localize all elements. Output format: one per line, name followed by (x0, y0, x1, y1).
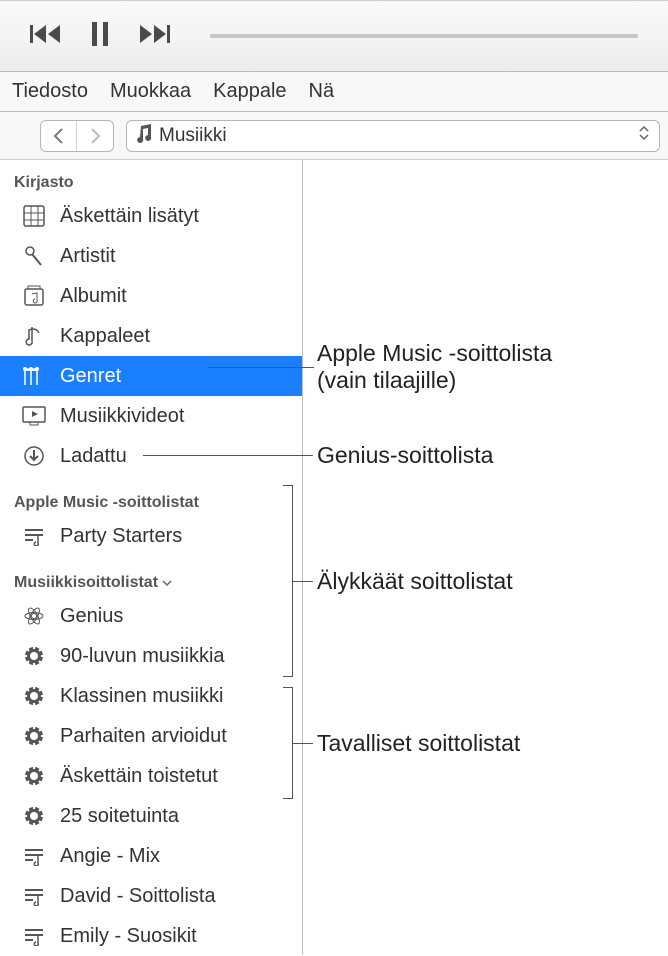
nav-back-forward (40, 120, 114, 152)
nav-forward-button[interactable] (77, 121, 113, 151)
smart-icon (20, 805, 48, 827)
sidebar-item-label: 25 soitetuinta (60, 805, 179, 828)
menu-file[interactable]: Tiedosto (8, 76, 92, 107)
playlist-icon (20, 846, 48, 866)
sidebar-item-label: Klassinen musiikki (60, 685, 223, 708)
callouts: Apple Music -soittolista (vain tilaajill… (303, 0, 668, 955)
download-icon (20, 445, 48, 467)
sidebar-item-label: Ladattu (60, 445, 127, 468)
chevron-down-icon (162, 574, 172, 592)
leader-line (293, 743, 313, 744)
bracket (283, 687, 293, 799)
callout-smart: Älykkäät soittolistat (317, 568, 513, 595)
callout-apple-music: Apple Music -soittolista (vain tilaajill… (317, 340, 552, 394)
smart-icon (20, 685, 48, 707)
sidebar-item-smart-top25[interactable]: 25 soitetuinta (0, 796, 302, 836)
playlist-icon (20, 526, 48, 546)
guitar-icon (20, 365, 48, 387)
sidebar-item-label: Albumit (60, 285, 127, 308)
sidebar-item-smart-recentlyplayed[interactable]: Äskettäin toistetut (0, 756, 302, 796)
sidebar-item-music-videos[interactable]: Musiikkivideot (0, 396, 302, 436)
leader-line (293, 581, 313, 582)
section-music-playlists-title[interactable]: Musiikkisoittolistat (0, 566, 302, 596)
sidebar-item-label: David - Soittolista (60, 885, 216, 908)
section-library-title: Kirjasto (0, 166, 302, 196)
sidebar-item-label: Angie - Mix (60, 845, 160, 868)
sidebar-item-label: Äskettäin lisätyt (60, 205, 199, 228)
sidebar-item-smart-classical[interactable]: Klassinen musiikki (0, 676, 302, 716)
sidebar-item-recently-added[interactable]: Äskettäin lisätyt (0, 196, 302, 236)
grid-icon (20, 205, 48, 227)
play-pause-button[interactable] (90, 20, 110, 53)
section-apple-music-title: Apple Music -soittolistat (0, 486, 302, 516)
note-icon (20, 325, 48, 347)
sidebar-item-albums[interactable]: Albumit (0, 276, 302, 316)
sidebar-item-playlist-david[interactable]: David - Soittolista (0, 876, 302, 916)
sidebar-item-label: Musiikkivideot (60, 405, 184, 428)
smart-icon (20, 645, 48, 667)
leader-line (208, 367, 314, 368)
sidebar-item-downloaded[interactable]: Ladattu (0, 436, 302, 476)
playlist-icon (20, 886, 48, 906)
menu-song[interactable]: Kappale (209, 76, 290, 107)
smart-icon (20, 765, 48, 787)
video-icon (20, 406, 48, 426)
sidebar-item-label: Parhaiten arvioidut (60, 725, 227, 748)
next-track-button[interactable] (140, 23, 170, 50)
sidebar-item-label: Kappaleet (60, 325, 150, 348)
sidebar-item-label: Äskettäin toistetut (60, 765, 218, 788)
album-icon (20, 285, 48, 307)
nav-back-button[interactable] (41, 121, 77, 151)
sidebar-item-songs[interactable]: Kappaleet (0, 316, 302, 356)
sidebar-item-playlist-angie[interactable]: Angie - Mix (0, 836, 302, 876)
library-selector-label: Musiikki (159, 125, 227, 147)
previous-track-button[interactable] (30, 23, 60, 50)
genius-icon (20, 605, 48, 627)
sidebar-item-label: Party Starters (60, 525, 182, 548)
sidebar-item-artists[interactable]: Artistit (0, 236, 302, 276)
sidebar-item-party-starters[interactable]: Party Starters (0, 516, 302, 556)
leader-line (143, 455, 313, 456)
sidebar-item-label: Emily - Suosikit (60, 925, 197, 948)
sidebar-item-smart-toprated[interactable]: Parhaiten arvioidut (0, 716, 302, 756)
bracket (283, 485, 293, 677)
menu-edit[interactable]: Muokkaa (106, 76, 195, 107)
sidebar-item-genres[interactable]: Genret (0, 356, 302, 396)
smart-icon (20, 725, 48, 747)
sidebar-item-label: Genius (60, 605, 123, 628)
microphone-icon (20, 245, 48, 267)
sidebar-item-label: 90-luvun musiikkia (60, 645, 225, 668)
note-icon (135, 123, 153, 149)
play-controls (30, 20, 170, 53)
callout-genius: Genius-soittolista (317, 442, 493, 469)
sidebar-item-playlist-emily[interactable]: Emily - Suosikit (0, 916, 302, 956)
sidebar-item-label: Genret (60, 365, 121, 388)
sidebar-item-smart-90s[interactable]: 90-luvun musiikkia (0, 636, 302, 676)
sidebar-item-label: Artistit (60, 245, 116, 268)
sidebar-item-genius[interactable]: Genius (0, 596, 302, 636)
callout-regular: Tavalliset soittolistat (317, 730, 520, 757)
playlist-icon (20, 926, 48, 946)
sidebar: Kirjasto Äskettäin lisätyt Artistit Albu… (0, 160, 303, 955)
